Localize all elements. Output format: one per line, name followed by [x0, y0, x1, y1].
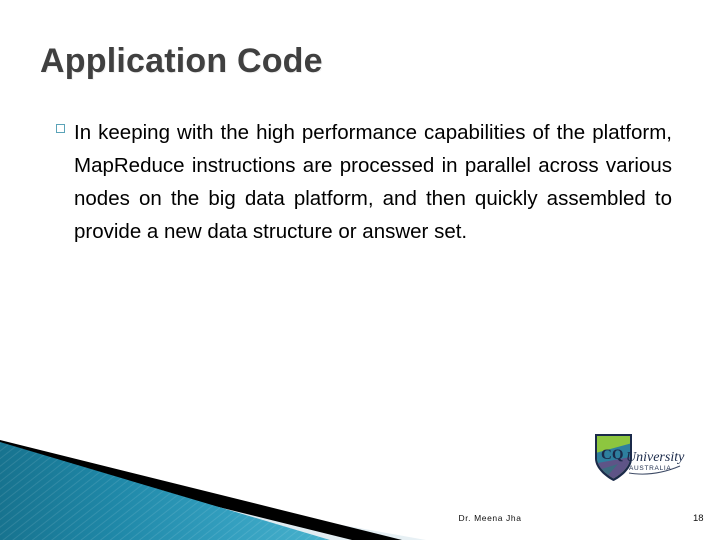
cquniversity-logo: CQ University AUSTRALIA — [592, 432, 692, 484]
logo-wordmark-university: University — [626, 450, 685, 465]
cquniversity-logo-svg: CQ University AUSTRALIA — [595, 434, 685, 481]
decoration-black-stripe — [0, 440, 402, 540]
decoration-teal-texture — [0, 442, 330, 540]
logo-shield-initials: CQ — [601, 447, 624, 463]
bullet-item-text: In keeping with the high performance cap… — [74, 121, 672, 243]
decoration-teal-triangle — [0, 442, 330, 540]
bullet-list-item: In keeping with the high performance cap… — [56, 116, 672, 248]
footer-page-number: 18 — [693, 513, 704, 524]
hollow-square-bullet-icon — [56, 124, 65, 133]
slide-title: Application Code — [40, 42, 323, 80]
footer-author: Dr. Meena Jha — [458, 513, 522, 523]
decoration-pale-band — [0, 464, 426, 540]
slide-canvas: Application Code In keeping with the hig… — [0, 0, 720, 540]
slide-body: In keeping with the high performance cap… — [56, 116, 672, 248]
